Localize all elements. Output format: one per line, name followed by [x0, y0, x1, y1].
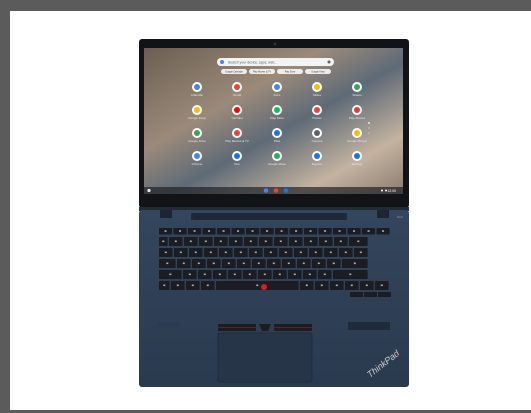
- svg-text:Files: Files: [274, 139, 281, 143]
- suggestion-chip: Google Keep: [305, 69, 331, 74]
- svg-text:Slides: Slides: [313, 93, 322, 97]
- svg-text:Google Maps: Google Maps: [268, 162, 286, 166]
- webcam-icon: [273, 42, 277, 46]
- suggestion-chip: Play Movies & TV: [249, 69, 275, 74]
- files-shelf-icon: [283, 188, 289, 193]
- chrome-shelf-icon: [263, 188, 269, 193]
- search-placeholder: Search your device, apps, web...: [228, 60, 277, 64]
- laptop-lid: Search your device, apps, web... Google …: [139, 39, 409, 208]
- svg-text:Settings: Settings: [352, 162, 363, 166]
- trackpoint: [261, 284, 267, 290]
- image-viewer: Search your device, apps, web... Google …: [10, 11, 531, 410]
- model-badge: C13: [397, 215, 403, 219]
- svg-text:Docs: Docs: [274, 93, 281, 97]
- svg-text:Chrome: Chrome: [192, 162, 203, 166]
- launcher-icon: [147, 188, 151, 193]
- svg-text:Camera: Camera: [312, 139, 323, 143]
- mic-icon: [327, 60, 331, 64]
- svg-text:Google Keep: Google Keep: [188, 116, 206, 120]
- svg-text:Play Store: Play Store: [285, 70, 296, 73]
- svg-text:Play Store: Play Store: [270, 116, 284, 120]
- svg-text:Google Drive: Google Drive: [188, 139, 206, 143]
- svg-text:Play Movies: Play Movies: [349, 116, 366, 120]
- svg-text:Play Movies & TV: Play Movies & TV: [253, 71, 272, 73]
- svg-text:Gmail: Gmail: [233, 93, 241, 97]
- svg-text:Sheets: Sheets: [352, 93, 362, 97]
- laptop-photo: Search your device, apps, web... Google …: [139, 39, 409, 387]
- svg-text:YouTube: YouTube: [231, 116, 243, 120]
- svg-text:Play Movies & TV: Play Movies & TV: [225, 139, 249, 143]
- app-icon: Sheets: [352, 82, 362, 97]
- gmail-shelf-icon: [273, 188, 279, 193]
- sticker: [158, 322, 180, 327]
- svg-text:Photos: Photos: [312, 116, 322, 120]
- image-frame: Search your device, apps, web... Google …: [0, 0, 531, 413]
- app-icon: Photos: [312, 105, 322, 120]
- google-icon: [220, 60, 224, 64]
- app-icon: Chrome: [192, 151, 203, 166]
- app-icon: Slides: [312, 82, 322, 97]
- laptop-base: C13 ThinkPad: [139, 210, 409, 387]
- svg-text:Google Photos: Google Photos: [347, 139, 367, 143]
- app-icon: Camera: [312, 128, 323, 143]
- tray-clock: 12:00: [388, 189, 397, 193]
- fingerprint-reader: [348, 322, 390, 330]
- app-icon: Explore: [312, 151, 323, 166]
- suggestion-chip: Google Calendar: [221, 69, 247, 74]
- touchpad: [217, 332, 313, 383]
- svg-text:Calendar: Calendar: [191, 93, 203, 97]
- shelf: [144, 187, 403, 194]
- svg-text:Google Calendar: Google Calendar: [225, 70, 243, 73]
- svg-text:Duo: Duo: [234, 162, 240, 166]
- svg-text:Explore: Explore: [312, 162, 323, 166]
- suggestion-chip: Play Store: [277, 69, 303, 74]
- keyboard: [159, 228, 391, 297]
- svg-text:Google Keep: Google Keep: [311, 71, 325, 73]
- app-icon: Gmail: [232, 82, 242, 97]
